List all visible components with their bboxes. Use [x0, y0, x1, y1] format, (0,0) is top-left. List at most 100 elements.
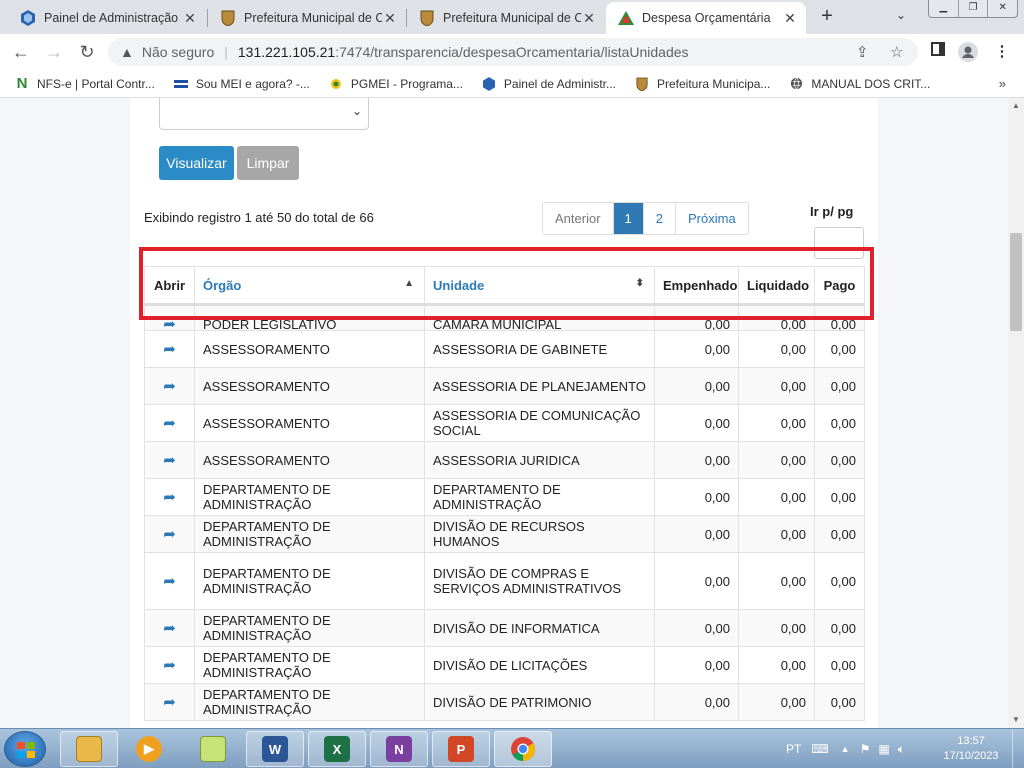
- language-indicator[interactable]: PT: [786, 742, 801, 756]
- close-icon[interactable]: ✕: [382, 10, 398, 27]
- double-chevron-right-icon[interactable]: »: [999, 76, 1006, 91]
- table-header-row: Abrir Órgão ▲ Unidade ⬍ Empenhado Liquid…: [144, 266, 865, 306]
- tab-despesa-orcamentaria[interactable]: Despesa Orçamentária ✕: [606, 2, 806, 34]
- cell-unidade: DIVISÃO DE INFORMATICA: [424, 609, 655, 647]
- network-icon[interactable]: ▦: [878, 742, 889, 756]
- start-button[interactable]: [4, 731, 46, 767]
- new-tab-button[interactable]: +: [816, 6, 838, 28]
- bookmark-nfse[interactable]: N NFS-e | Portal Contr...: [14, 75, 155, 92]
- tab-title: Prefeitura Municipal de C: [244, 11, 382, 25]
- cell-orgao: DEPARTAMENTO DE ADMINISTRAÇÃO: [194, 646, 425, 684]
- cell-pago: 0,00: [814, 441, 865, 479]
- table-row: ➦ ASSESSORAMENTO ASSESSORIA DE GABINETE …: [144, 330, 865, 368]
- close-icon[interactable]: ✕: [782, 10, 798, 27]
- excel-icon: X: [324, 736, 350, 762]
- clock[interactable]: 13:57 17/10/2023: [940, 734, 1002, 764]
- keyboard-icon[interactable]: ⌨: [811, 742, 828, 756]
- cell-empenhado: 0,00: [654, 609, 739, 647]
- share-icon[interactable]: ⇪: [856, 43, 869, 61]
- cell-empenhado: 0,00: [654, 330, 739, 368]
- restore-icon[interactable]: ❐: [959, 0, 989, 17]
- scroll-down-icon[interactable]: ▼: [1008, 712, 1024, 728]
- column-header-unidade[interactable]: Unidade ⬍: [424, 266, 655, 306]
- pagination-page-2[interactable]: 2: [643, 203, 676, 234]
- close-window-icon[interactable]: ✕: [988, 0, 1017, 17]
- limpar-button[interactable]: Limpar: [237, 146, 299, 180]
- back-arrow-icon[interactable]: ←: [10, 41, 32, 63]
- unidades-table: Abrir Órgão ▲ Unidade ⬍ Empenhado Liquid…: [144, 266, 865, 721]
- taskbar-excel[interactable]: X: [308, 731, 366, 767]
- tab-prefeitura-2[interactable]: Prefeitura Municipal de C ✕: [407, 2, 605, 34]
- kebab-menu-icon[interactable]: ⋮: [992, 42, 1012, 62]
- tab-prefeitura-1[interactable]: Prefeitura Municipal de C ✕: [208, 2, 406, 34]
- cell-empenhado: 0,00: [654, 304, 739, 331]
- share-arrow-icon[interactable]: ➦: [144, 441, 195, 479]
- share-arrow-icon[interactable]: ➦: [144, 404, 195, 442]
- pagination-next[interactable]: Próxima: [676, 203, 748, 234]
- taskbar-chrome[interactable]: [494, 731, 552, 767]
- onenote-icon: N: [386, 736, 412, 762]
- minimize-icon[interactable]: ▁: [929, 0, 959, 17]
- taskbar-sticky-notes[interactable]: [184, 731, 242, 767]
- share-arrow-icon[interactable]: ➦: [144, 683, 195, 721]
- taskbar-media-player[interactable]: ▶: [120, 731, 178, 767]
- address-bar[interactable]: ▲ Não seguro | 131.221.105.21:7474/trans…: [108, 38, 918, 66]
- share-arrow-icon[interactable]: ➦: [144, 515, 195, 553]
- cell-unidade: DIVISÃO DE RECURSOS HUMANOS: [424, 515, 655, 553]
- cell-pago: 0,00: [814, 646, 865, 684]
- share-arrow-icon[interactable]: ➦: [144, 552, 195, 610]
- tab-title: Painel de Administração: [44, 11, 179, 25]
- pagination-page-1[interactable]: 1: [613, 203, 644, 234]
- close-icon[interactable]: ✕: [581, 10, 597, 27]
- cell-pago: 0,00: [814, 367, 865, 405]
- forward-arrow-icon[interactable]: →: [43, 41, 65, 63]
- bookmark-painel[interactable]: Painel de Administr...: [481, 76, 616, 92]
- profile-avatar-icon[interactable]: [958, 42, 978, 62]
- share-arrow-icon[interactable]: ➦: [144, 478, 195, 516]
- tray-up-arrow-icon[interactable]: ▲: [841, 744, 850, 754]
- sort-both-icon[interactable]: ⬍: [636, 278, 644, 289]
- taskbar-onenote[interactable]: N: [370, 731, 428, 767]
- reload-icon[interactable]: ↻: [76, 41, 98, 63]
- column-header-abrir: Abrir: [144, 266, 195, 306]
- cell-empenhado: 0,00: [654, 515, 739, 553]
- cell-pago: 0,00: [814, 515, 865, 553]
- chevron-down-icon[interactable]: ⌄: [896, 8, 906, 22]
- show-desktop-button[interactable]: [1012, 729, 1024, 768]
- cell-liquidado: 0,00: [738, 404, 815, 442]
- hexagon-icon: [481, 76, 497, 92]
- crest-icon: [419, 10, 435, 26]
- sort-ascending-icon[interactable]: ▲: [404, 278, 414, 289]
- cell-pago: 0,00: [814, 478, 865, 516]
- cell-empenhado: 0,00: [654, 683, 739, 721]
- column-header-liquidado: Liquidado: [738, 266, 815, 306]
- filter-select[interactable]: ⌄: [159, 98, 369, 130]
- taskbar-powerpoint[interactable]: P: [432, 731, 490, 767]
- share-arrow-icon[interactable]: ➦: [144, 609, 195, 647]
- side-panel-icon[interactable]: [928, 42, 948, 62]
- pagination-previous[interactable]: Anterior: [543, 203, 614, 234]
- flag-alert-icon[interactable]: ⚑: [860, 742, 871, 756]
- bookmark-pgmei[interactable]: PGMEI - Programa...: [328, 76, 463, 92]
- scrollbar-thumb[interactable]: [1010, 233, 1022, 331]
- taskbar-explorer[interactable]: [60, 731, 118, 767]
- taskbar-word[interactable]: W: [246, 731, 304, 767]
- visualizar-button[interactable]: Visualizar: [159, 146, 234, 180]
- share-arrow-icon[interactable]: ➦: [144, 646, 195, 684]
- column-header-orgao[interactable]: Órgão ▲: [194, 266, 425, 306]
- bookmark-prefeitura[interactable]: Prefeitura Municipa...: [634, 76, 770, 92]
- bookmark-manual[interactable]: MANUAL DOS CRIT...: [788, 76, 930, 92]
- star-icon[interactable]: ☆: [890, 43, 903, 61]
- share-arrow-icon[interactable]: ➦: [144, 304, 195, 331]
- cell-orgao: DEPARTAMENTO DE ADMINISTRAÇÃO: [194, 478, 425, 516]
- goto-page-input[interactable]: [814, 227, 864, 259]
- share-arrow-icon[interactable]: ➦: [144, 367, 195, 405]
- vertical-scrollbar[interactable]: ▲ ▼: [1008, 98, 1024, 728]
- bookmark-sou-mei[interactable]: Sou MEI e agora? -...: [173, 76, 310, 92]
- volume-icon[interactable]: 🔈︎: [898, 742, 905, 757]
- tab-painel-administracao[interactable]: Painel de Administração ✕: [8, 2, 206, 34]
- close-icon[interactable]: ✕: [182, 10, 198, 27]
- warning-triangle-icon[interactable]: ▲: [120, 44, 134, 60]
- share-arrow-icon[interactable]: ➦: [144, 330, 195, 368]
- scroll-up-icon[interactable]: ▲: [1008, 98, 1024, 114]
